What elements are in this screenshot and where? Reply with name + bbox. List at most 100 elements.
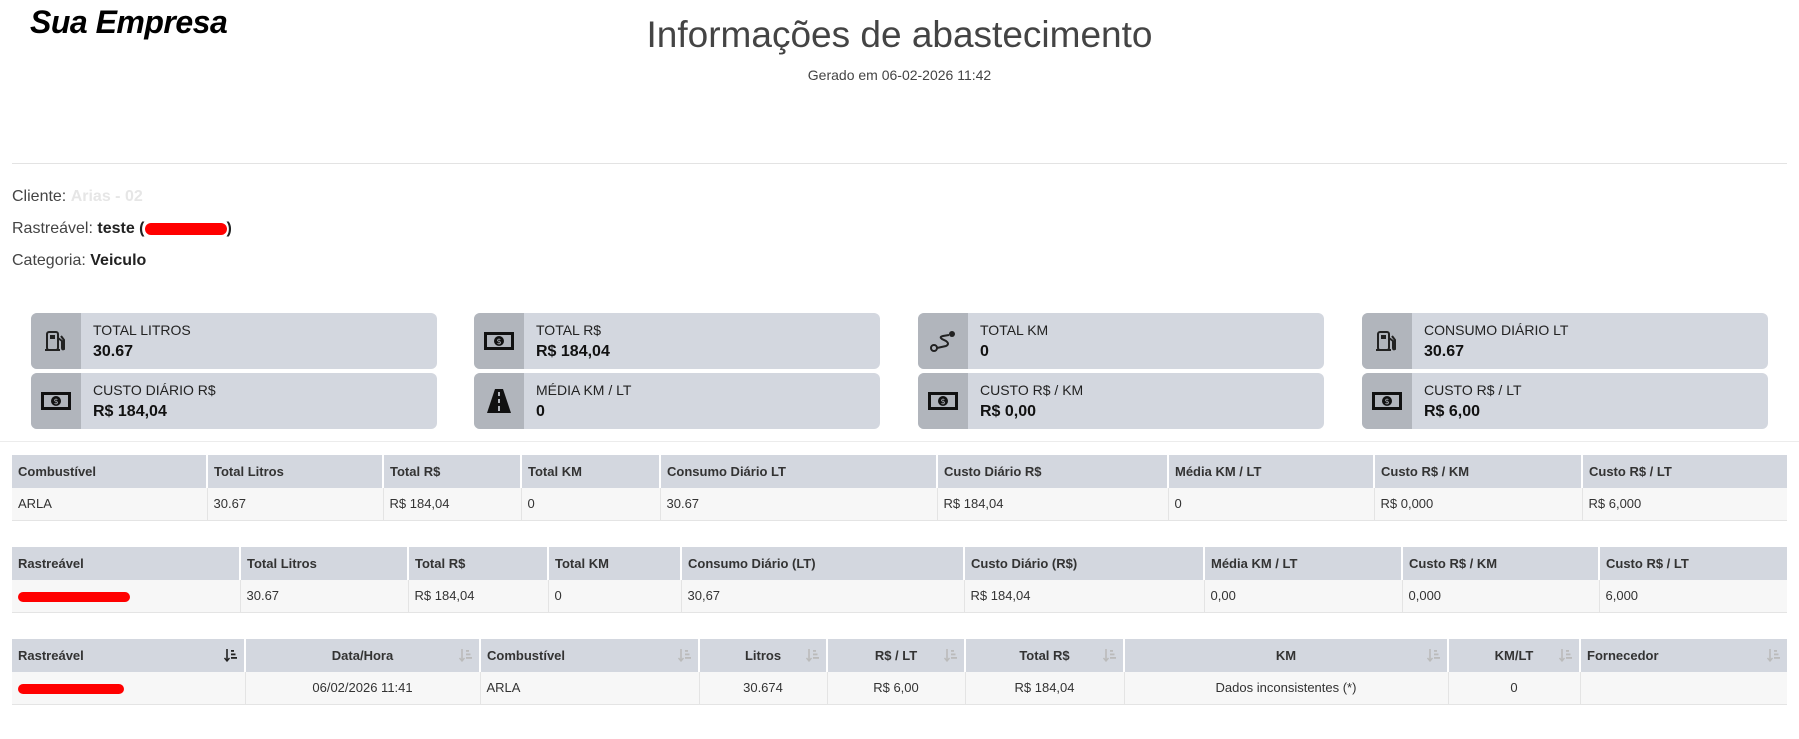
redacted-plate: [18, 683, 124, 694]
sort-header-fornecedor[interactable]: Fornecedor: [1580, 639, 1787, 672]
table-cell: ARLA: [480, 672, 700, 705]
sort-icon: [1559, 649, 1572, 662]
card-value: 0: [980, 343, 989, 360]
table-cell: [12, 580, 241, 613]
money-bill-icon: $: [918, 373, 968, 429]
column-header: Custo Diário R$: [937, 455, 1169, 488]
category-info: Categoria: Veiculo: [12, 252, 146, 270]
card-value: R$ 184,04: [93, 403, 167, 420]
sort-icon: [1103, 649, 1116, 662]
column-header: Custo Diário (R$): [964, 547, 1205, 580]
table-row: ARLA 30.67 R$ 184,04 0 30.67 R$ 184,04 0…: [12, 488, 1787, 521]
card-total-km: TOTAL KM 0: [918, 313, 1324, 369]
svg-text:$: $: [940, 397, 945, 406]
svg-text:$: $: [1384, 397, 1389, 406]
table-cell: R$ 0,000: [1374, 488, 1583, 521]
column-header: Total KM: [548, 547, 682, 580]
table-cell: 30.67: [660, 488, 938, 521]
table-header-row: Combustível Total Litros Total R$ Total …: [12, 455, 1787, 488]
table-cell: Dados inconsistentes (*): [1124, 672, 1449, 705]
column-header-label: Total R$: [1019, 648, 1070, 663]
table-cell: 0,000: [1402, 580, 1600, 613]
column-header: Custo R$ / LT: [1582, 455, 1787, 488]
card-custo-rs-km: $ CUSTO R$ / KM R$ 0,00: [918, 373, 1324, 429]
category-label: Categoria:: [12, 252, 91, 269]
table-cell: 0: [521, 488, 661, 521]
column-header: Total KM: [521, 455, 661, 488]
client-info: Cliente: Arias - 02: [12, 188, 143, 206]
sort-header-combustivel[interactable]: Combustível: [480, 639, 700, 672]
table-cell: 0,00: [1204, 580, 1403, 613]
table-cell: R$ 184,04: [383, 488, 522, 521]
tracker-summary-table: Rastreável Total Litros Total R$ Total K…: [12, 547, 1787, 613]
redacted-plate: [18, 591, 130, 602]
table-cell: [12, 672, 246, 705]
card-media-km-lt: MÉDIA KM / LT 0: [474, 373, 880, 429]
divider: [0, 441, 1799, 442]
tracker-close: ): [226, 220, 232, 237]
sort-icon: [806, 649, 819, 662]
fuel-pump-icon: [1362, 313, 1412, 369]
card-label: TOTAL R$: [536, 322, 602, 338]
column-header-label: Fornecedor: [1587, 648, 1659, 663]
table-cell: 0: [548, 580, 682, 613]
column-header-label: Litros: [744, 648, 782, 663]
fuel-summary-table: Combustível Total Litros Total R$ Total …: [12, 455, 1787, 521]
table-cell: 30.67: [207, 488, 384, 521]
tracker-label: Rastreável:: [12, 220, 98, 237]
tracker-info: Rastreável: teste (): [12, 220, 232, 238]
card-total-rs: $ TOTAL R$ R$ 184,04: [474, 313, 880, 369]
column-header: Consumo Diário LT: [660, 455, 938, 488]
sort-header-total-rs[interactable]: Total R$: [965, 639, 1125, 672]
road-icon: [474, 373, 524, 429]
table-cell: 30,67: [681, 580, 965, 613]
sort-icon: [1767, 649, 1780, 662]
card-label: CUSTO R$ / KM: [980, 382, 1084, 398]
sort-header-km-lt[interactable]: KM/LT: [1448, 639, 1581, 672]
table-cell: R$ 184,04: [937, 488, 1169, 521]
column-header-label: Combustível: [487, 648, 566, 663]
sort-header-km[interactable]: KM: [1124, 639, 1449, 672]
sort-icon: [459, 649, 472, 662]
table-cell: 0: [1168, 488, 1375, 521]
column-header-label: Data/Hora: [331, 648, 394, 663]
route-icon: [918, 313, 968, 369]
generated-timestamp: Gerado em 06-02-2026 11:42: [807, 67, 992, 83]
table-cell: R$ 184,04: [964, 580, 1205, 613]
column-header: Média KM / LT: [1204, 547, 1403, 580]
card-consumo-diario: CONSUMO DIÁRIO LT 30.67: [1362, 313, 1768, 369]
column-header: Combustível: [12, 455, 208, 488]
sort-header-rastreavel[interactable]: Rastreável: [12, 639, 246, 672]
money-bill-icon: $: [1362, 373, 1412, 429]
sort-icon: [1427, 649, 1440, 662]
card-label: TOTAL KM: [980, 322, 1049, 338]
sort-active-icon: [224, 649, 237, 662]
table-header-row: Rastreável Data/Hora Combustível Litros …: [12, 639, 1787, 672]
table-cell: 6,000: [1599, 580, 1787, 613]
column-header-label: Rastreável: [18, 648, 84, 663]
column-header: Total Litros: [240, 547, 409, 580]
column-header-label: R$ / LT: [874, 648, 918, 663]
card-value: 30.67: [1424, 343, 1465, 360]
sort-header-litros[interactable]: Litros: [699, 639, 828, 672]
sort-header-rs-lt[interactable]: R$ / LT: [827, 639, 966, 672]
money-bill-icon: $: [31, 373, 81, 429]
column-header: Custo R$ / LT: [1599, 547, 1787, 580]
column-header: Total R$: [408, 547, 549, 580]
table-header-row: Rastreável Total Litros Total R$ Total K…: [12, 547, 1787, 580]
fuel-pump-icon: [31, 313, 81, 369]
table-cell: R$ 6,000: [1582, 488, 1787, 521]
column-header: Total R$: [383, 455, 522, 488]
card-value: R$ 6,00: [1424, 403, 1481, 420]
page-title: Informações de abastecimento: [646, 14, 1153, 55]
table-cell: 30.67: [240, 580, 409, 613]
card-value: 0: [536, 403, 545, 420]
column-header: Custo R$ / KM: [1402, 547, 1600, 580]
table-cell: 06/02/2026 11:41: [245, 672, 481, 705]
card-custo-diario: $ CUSTO DIÁRIO R$ R$ 184,04: [31, 373, 437, 429]
divider: [12, 163, 1787, 164]
sort-header-data-hora[interactable]: Data/Hora: [245, 639, 481, 672]
card-label: MÉDIA KM / LT: [536, 382, 632, 398]
column-header: Custo R$ / KM: [1374, 455, 1583, 488]
card-label: CONSUMO DIÁRIO LT: [1424, 322, 1569, 338]
